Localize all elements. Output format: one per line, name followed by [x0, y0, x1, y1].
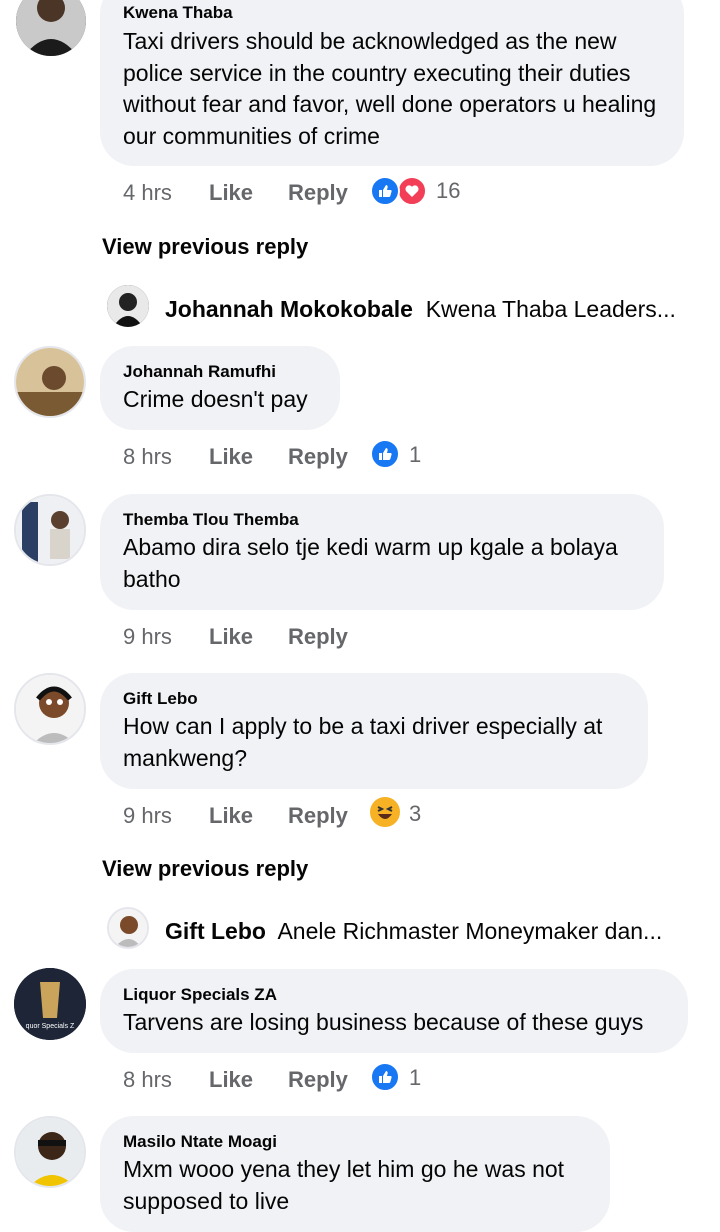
like-button[interactable]: Like: [209, 1067, 253, 1093]
like-icon[interactable]: [370, 439, 400, 469]
reaction-count[interactable]: 16: [436, 178, 460, 204]
reaction-count[interactable]: 1: [409, 442, 421, 468]
love-icon[interactable]: [397, 176, 427, 206]
reply-button[interactable]: Reply: [288, 624, 348, 650]
like-button[interactable]: Like: [209, 444, 253, 470]
comment-author[interactable]: Themba Tlou Themba: [123, 510, 299, 530]
comment-author[interactable]: Gift Lebo: [123, 689, 198, 709]
avatar[interactable]: quor Specials Z: [14, 968, 86, 1040]
profile-photo: [16, 1118, 84, 1186]
reply-button[interactable]: Reply: [288, 803, 348, 829]
like-button[interactable]: Like: [209, 180, 253, 206]
comment-text: Mxm wooo yena they let him go he was not…: [123, 1156, 565, 1214]
profile-photo: [109, 909, 147, 947]
comment-time[interactable]: 8 hrs: [123, 1067, 172, 1093]
reply-button[interactable]: Reply: [288, 444, 348, 470]
avatar[interactable]: [107, 907, 149, 949]
view-previous-replies[interactable]: View previous reply: [102, 856, 308, 882]
comment-text: Taxi drivers should be acknowledged as t…: [123, 28, 657, 149]
avatar[interactable]: [14, 1116, 86, 1188]
comment-text: How can I apply to be a taxi driver espe…: [123, 713, 603, 771]
reaction-count[interactable]: 1: [409, 1065, 421, 1091]
comment-author[interactable]: Johannah Ramufhi: [123, 362, 276, 382]
reply-author[interactable]: Johannah Mokokobale: [165, 296, 413, 322]
profile-photo: [16, 348, 84, 416]
haha-icon[interactable]: [368, 795, 402, 829]
reply-preview: Kwena Thaba Leaders...: [425, 296, 676, 322]
profile-photo: [107, 285, 149, 327]
avatar[interactable]: [14, 494, 86, 566]
comment-time[interactable]: 8 hrs: [123, 444, 172, 470]
comment-time[interactable]: 9 hrs: [123, 803, 172, 829]
reaction-count[interactable]: 3: [409, 801, 421, 827]
avatar[interactable]: [16, 0, 86, 56]
like-icon[interactable]: [370, 1062, 400, 1092]
comment-author[interactable]: Kwena Thaba: [123, 3, 233, 23]
profile-photo: quor Specials Z: [14, 968, 86, 1040]
collapsed-reply[interactable]: Gift Lebo Anele Richmaster Moneymaker da…: [165, 918, 685, 945]
comment-author[interactable]: Masilo Ntate Moagi: [123, 1132, 277, 1152]
reply-preview: Anele Richmaster Moneymaker dan...: [277, 918, 663, 944]
comment-time[interactable]: 4 hrs: [123, 180, 172, 206]
comment-text: Abamo dira selo tje kedi warm up kgale a…: [123, 534, 618, 592]
comment-text: Tarvens are losing business because of t…: [123, 1009, 644, 1035]
avatar[interactable]: [107, 285, 149, 327]
collapsed-reply[interactable]: Johannah Mokokobale Kwena Thaba Leaders.…: [165, 296, 685, 323]
like-icon[interactable]: [370, 176, 400, 206]
profile-photo: [16, 496, 84, 564]
profile-photo: [16, 0, 86, 56]
profile-photo: [16, 675, 84, 743]
comment-time[interactable]: 9 hrs: [123, 624, 172, 650]
avatar-caption: quor Specials Z: [26, 1023, 75, 1030]
view-previous-replies[interactable]: View previous reply: [102, 234, 308, 260]
comment-author[interactable]: Liquor Specials ZA: [123, 985, 277, 1005]
like-button[interactable]: Like: [209, 803, 253, 829]
reply-button[interactable]: Reply: [288, 1067, 348, 1093]
avatar[interactable]: [14, 346, 86, 418]
reply-button[interactable]: Reply: [288, 180, 348, 206]
avatar[interactable]: [14, 673, 86, 745]
like-button[interactable]: Like: [209, 624, 253, 650]
reply-author[interactable]: Gift Lebo: [165, 918, 266, 944]
comment-text: Crime doesn't pay: [123, 386, 308, 412]
